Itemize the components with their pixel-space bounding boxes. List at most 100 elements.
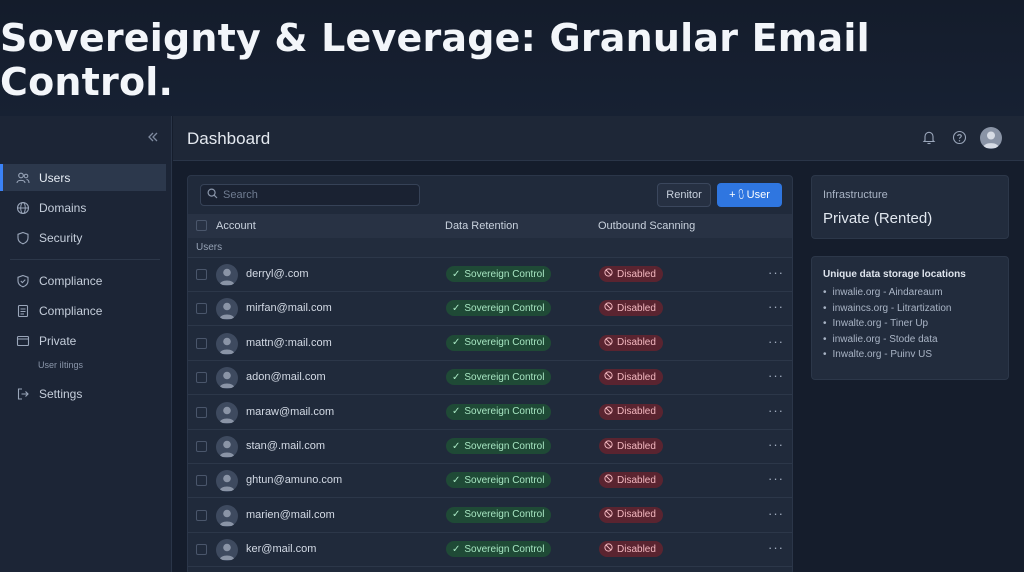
column-header-scanning[interactable]: Outbound Scanning	[598, 220, 695, 232]
blocked-icon	[604, 474, 613, 486]
scanning-label: Disabled	[617, 337, 656, 349]
account-email[interactable]: ker@mail.com	[246, 543, 316, 555]
users-table-card: Renitor + ⩇ User Account Data Retention …	[187, 175, 793, 572]
table-row[interactable]: mirfan@mail.com ✓ Sovereign Control Disable…	[188, 292, 792, 327]
check-icon: ✓	[452, 337, 461, 349]
help-icon[interactable]	[952, 130, 967, 150]
blocked-icon	[604, 543, 613, 555]
row-checkbox[interactable]	[196, 303, 207, 315]
sidebar-item-label: Users	[39, 170, 71, 185]
shield-check-icon	[16, 274, 30, 288]
avatar	[216, 332, 238, 355]
row-checkbox[interactable]	[196, 441, 207, 452]
status-badge: Disabled	[599, 472, 663, 489]
account-email[interactable]: mirfan@mail.com	[246, 302, 332, 314]
table-row[interactable]: stan@.mail.com ✓ Sovereign Control Disabled…	[188, 430, 792, 464]
account-email[interactable]: derryl@.com	[246, 268, 309, 280]
sidebar-item-users[interactable]: Users	[0, 164, 166, 191]
column-header-account[interactable]: Account	[216, 220, 256, 232]
collapse-sidebar-icon[interactable]	[147, 130, 159, 148]
more-options-icon[interactable]: ···	[768, 437, 784, 452]
list-item: inwalie.org - Stode data	[823, 334, 951, 350]
scanning-label: Disabled	[617, 543, 656, 555]
status-badge: Disabled	[599, 403, 663, 420]
blocked-icon	[604, 371, 613, 383]
more-options-icon[interactable]: ···	[768, 403, 784, 418]
table-row[interactable]: derryl@.com ✓ Sovereign Control Disabled ···	[188, 258, 792, 292]
table-row[interactable]: ghtun@amuno.com ✓ Sovereign Control Disable…	[188, 464, 792, 499]
more-options-icon[interactable]: ···	[768, 368, 784, 383]
storage-locations-list: inwalie.org - Aindareaum inwaincs.org - …	[823, 287, 952, 365]
check-icon: ✓	[452, 440, 461, 452]
retention-label: Sovereign Control	[464, 543, 545, 555]
row-checkbox[interactable]	[196, 509, 207, 521]
window-icon	[16, 334, 30, 348]
retention-label: Sovereign Control	[464, 440, 545, 452]
account-email[interactable]: stan@.mail.com	[246, 440, 325, 452]
banner-title: Sovereignty & Leverage: Granular Email C…	[0, 16, 870, 104]
sidebar-item-settings[interactable]: Settings	[0, 380, 166, 407]
more-options-icon[interactable]: ···	[768, 471, 784, 486]
sidebar-item-label: Compliance	[39, 303, 103, 318]
sidebar-item-security[interactable]: Security	[0, 224, 166, 251]
account-email[interactable]: maraw@mail.com	[246, 406, 334, 418]
bell-icon[interactable]	[922, 130, 936, 150]
more-options-icon[interactable]: ···	[768, 506, 784, 521]
more-options-icon[interactable]: ···	[768, 540, 784, 555]
status-badge: ✓ Sovereign Control	[446, 334, 552, 351]
status-badge: Disabled	[599, 541, 663, 558]
renitor-button[interactable]: Renitor	[657, 183, 711, 207]
retention-label: Sovereign Control	[464, 406, 545, 418]
sidebar-item-label: Domains	[39, 200, 87, 215]
add-user-button[interactable]: + ⩇ User	[717, 183, 782, 207]
table-row[interactable]: marien@mail.com ✓ Sovereign Control Disable…	[188, 499, 792, 533]
table-row[interactable]: adon@mail.com ✓ Sovereign Control Disabled ·…	[188, 361, 792, 396]
more-options-icon[interactable]: ···	[768, 265, 784, 280]
account-email[interactable]: marien@mail.com	[246, 509, 335, 521]
more-options-icon[interactable]: ···	[768, 334, 784, 349]
account-email[interactable]: ghtun@amuno.com	[246, 474, 342, 486]
user-avatar[interactable]	[980, 127, 1002, 149]
blocked-icon	[604, 509, 613, 521]
row-checkbox[interactable]	[196, 337, 207, 349]
row-checkbox[interactable]	[196, 406, 207, 418]
document-icon	[16, 304, 30, 318]
sidebar-item-compliance[interactable]: Compliance	[0, 267, 166, 294]
avatar	[216, 504, 238, 527]
sidebar-item-domains[interactable]: Domains	[0, 194, 166, 221]
list-item: Inwalte.org - Puinv US	[823, 349, 951, 365]
column-header-retention[interactable]: Data Retention	[445, 220, 518, 232]
table-row[interactable]: mattn@:mail.com ✓ Sovereign Control Disable…	[188, 327, 792, 361]
status-badge: Disabled	[599, 266, 663, 282]
scanning-label: Disabled	[617, 509, 656, 521]
globe-icon	[16, 201, 30, 215]
avatar	[216, 367, 238, 390]
search-input[interactable]	[223, 189, 413, 201]
more-options-icon[interactable]: ···	[768, 299, 784, 314]
row-checkbox[interactable]	[196, 544, 207, 556]
row-checkbox[interactable]	[196, 269, 207, 280]
users-icon	[16, 171, 30, 185]
sidebar-sub-label[interactable]: User iItings	[38, 360, 83, 370]
row-checkbox[interactable]	[196, 372, 207, 384]
sidebar-item-label: Private	[39, 333, 77, 348]
sidebar-item-label: Settings	[39, 386, 83, 401]
select-all-checkbox[interactable]	[196, 220, 207, 231]
row-checkbox[interactable]	[196, 475, 207, 487]
sidebar-item-compliance-docs[interactable]: Compliance	[0, 297, 166, 324]
account-email[interactable]: adon@mail.com	[246, 371, 326, 383]
status-badge: Disabled	[599, 438, 663, 454]
search-box[interactable]	[200, 184, 420, 206]
table-row[interactable]: ker@mail.com ✓ Sovereign Control Disabled ··…	[188, 533, 792, 568]
account-email[interactable]: mattn@:mail.com	[246, 337, 332, 349]
retention-label: Sovereign Control	[464, 268, 545, 280]
status-badge: ✓ Sovereign Control	[446, 472, 552, 489]
shield-icon	[16, 231, 30, 245]
sidebar-item-private[interactable]: Private	[0, 327, 166, 354]
table-row[interactable]: maraw@mail.com ✓ Sovereign Control Disabled…	[188, 396, 792, 430]
check-icon: ✓	[452, 509, 461, 521]
avatar	[216, 264, 238, 286]
list-item: Inwalte.org - Tiner Up	[823, 318, 951, 334]
check-icon: ✓	[452, 474, 461, 486]
blocked-icon	[604, 268, 613, 280]
